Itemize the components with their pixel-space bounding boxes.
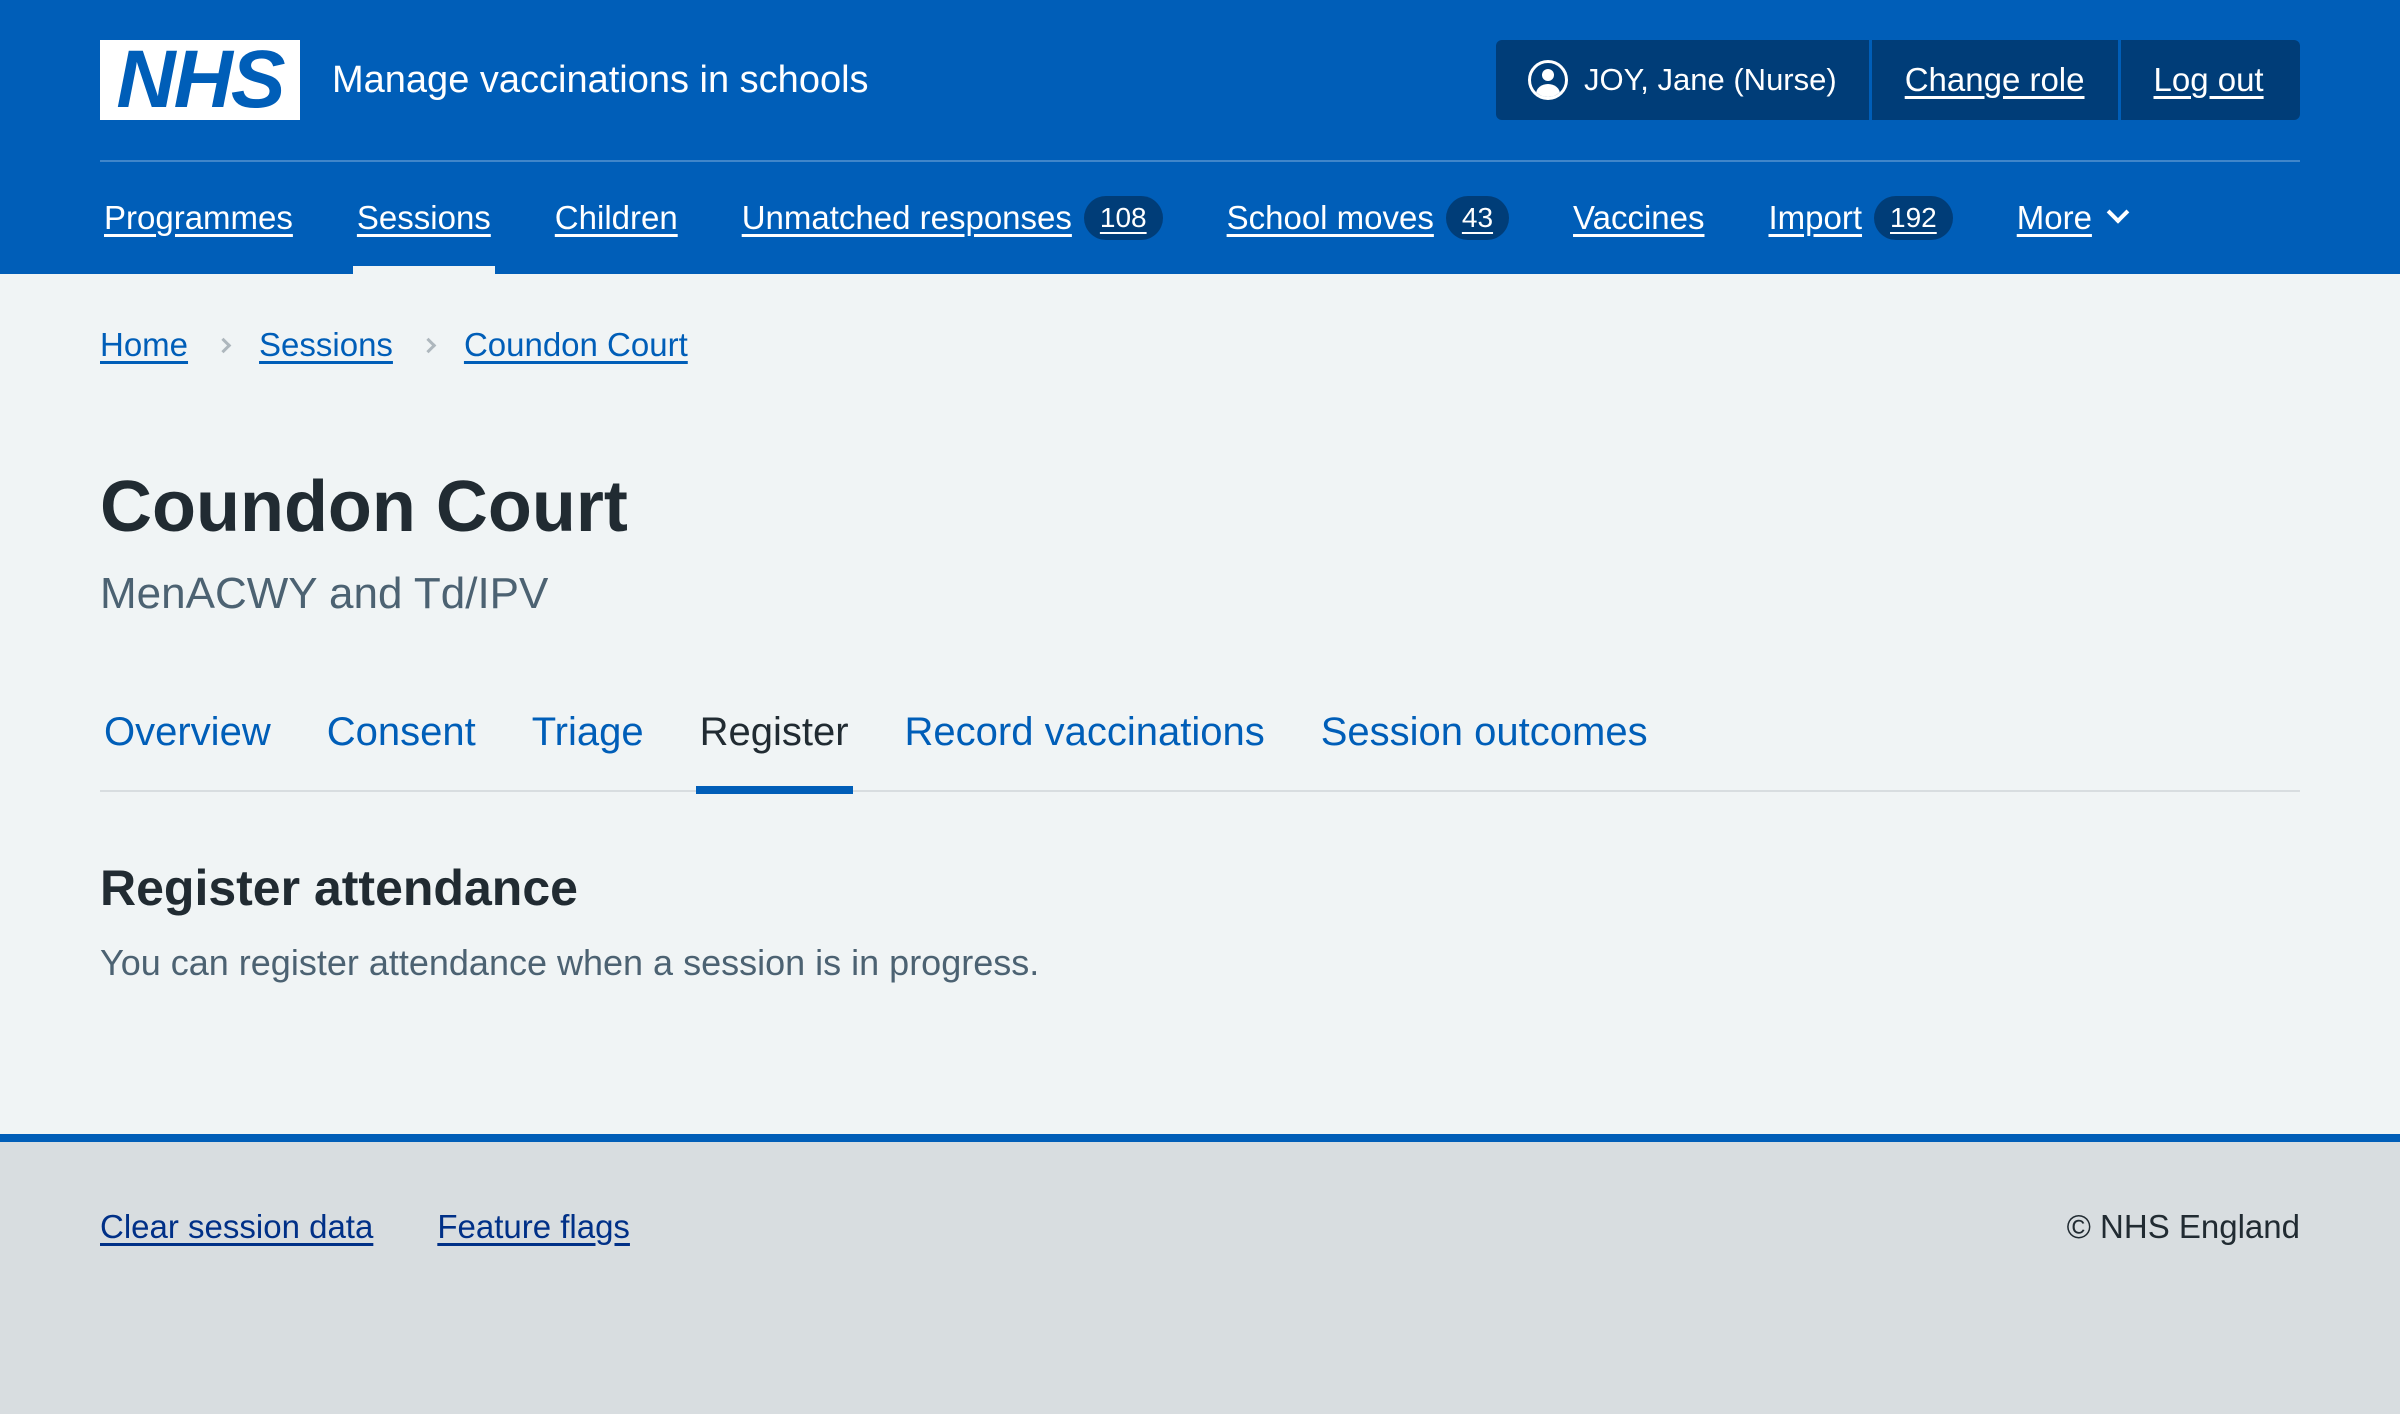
primary-navigation: Programmes Sessions Children Unmatched r… <box>100 162 2300 274</box>
nav-item-label: Import <box>1768 199 1863 236</box>
account-menu: JOY, Jane (Nurse) Change role Log out <box>1496 40 2300 120</box>
section-body: You can register attendance when a sessi… <box>100 942 1040 983</box>
nav-item-label: Programmes <box>104 199 293 236</box>
nav-item-programmes[interactable]: Programmes <box>100 162 297 274</box>
section-heading: Register attendance <box>100 860 578 916</box>
nav-item-sessions[interactable]: Sessions <box>352 162 495 274</box>
site-header: NHS Manage vaccinations in schools JOY, … <box>0 0 2400 274</box>
chevron-right-icon <box>215 337 232 353</box>
nhs-logo-text: NHS <box>116 34 285 125</box>
count-badge: 192 <box>1874 196 1953 240</box>
breadcrumb: Home Sessions Coundon Court <box>100 322 688 368</box>
nav-item-label: Unmatched responses <box>741 199 1072 236</box>
chevron-right-icon <box>420 337 437 353</box>
breadcrumb-coundon-court[interactable]: Coundon Court <box>464 326 688 364</box>
service-name[interactable]: Manage vaccinations in schools <box>332 56 869 104</box>
nav-item-label: More <box>2016 199 2092 236</box>
log-out-link[interactable]: Log out <box>2121 40 2297 120</box>
tab-record-vaccinations[interactable]: Record vaccinations <box>901 700 1269 792</box>
breadcrumb-home[interactable]: Home <box>100 326 188 364</box>
tab-session-outcomes[interactable]: Session outcomes <box>1317 700 1652 792</box>
nav-item-more[interactable]: More <box>2013 162 2130 274</box>
session-tabs: Overview Consent Triage Register Record … <box>100 700 2300 794</box>
nav-item-label: Sessions <box>356 199 491 236</box>
nav-item-unmatched-responses[interactable]: Unmatched responses 108 <box>738 162 1167 274</box>
nav-item-school-moves[interactable]: School moves 43 <box>1223 162 1513 274</box>
page-caption: MenACWY and Td/IPV <box>100 569 549 618</box>
nav-item-label: School moves <box>1226 199 1434 236</box>
tab-overview[interactable]: Overview <box>100 700 275 792</box>
tab-triage[interactable]: Triage <box>528 700 648 792</box>
chevron-down-icon <box>2106 201 2130 224</box>
page-title: Coundon Court <box>100 467 628 547</box>
user-name: JOY, Jane (Nurse) <box>1584 62 1837 97</box>
tab-register[interactable]: Register <box>695 700 853 794</box>
nhs-logo[interactable]: NHS <box>100 34 300 125</box>
user-circle-icon <box>1528 60 1568 100</box>
clear-session-data-link[interactable]: Clear session data <box>100 1208 373 1246</box>
nav-item-children[interactable]: Children <box>551 162 682 274</box>
account-user: JOY, Jane (Nurse) <box>1496 40 1872 120</box>
nav-item-label: Vaccines <box>1573 199 1705 236</box>
change-role-link[interactable]: Change role <box>1872 40 2121 120</box>
feature-flags-link[interactable]: Feature flags <box>437 1208 630 1246</box>
footer-links: Clear session data Feature flags <box>100 1208 694 1246</box>
breadcrumb-sessions[interactable]: Sessions <box>259 326 393 364</box>
nav-item-vaccines[interactable]: Vaccines <box>1569 162 1708 274</box>
nav-item-import[interactable]: Import 192 <box>1764 162 1956 274</box>
site-footer: Clear session data Feature flags © NHS E… <box>0 1134 2400 1414</box>
count-badge: 108 <box>1083 196 1163 240</box>
nav-item-label: Children <box>554 199 678 236</box>
tab-consent[interactable]: Consent <box>323 700 480 792</box>
count-badge: 43 <box>1445 196 1510 240</box>
copyright: © NHS England <box>2066 1208 2300 1245</box>
